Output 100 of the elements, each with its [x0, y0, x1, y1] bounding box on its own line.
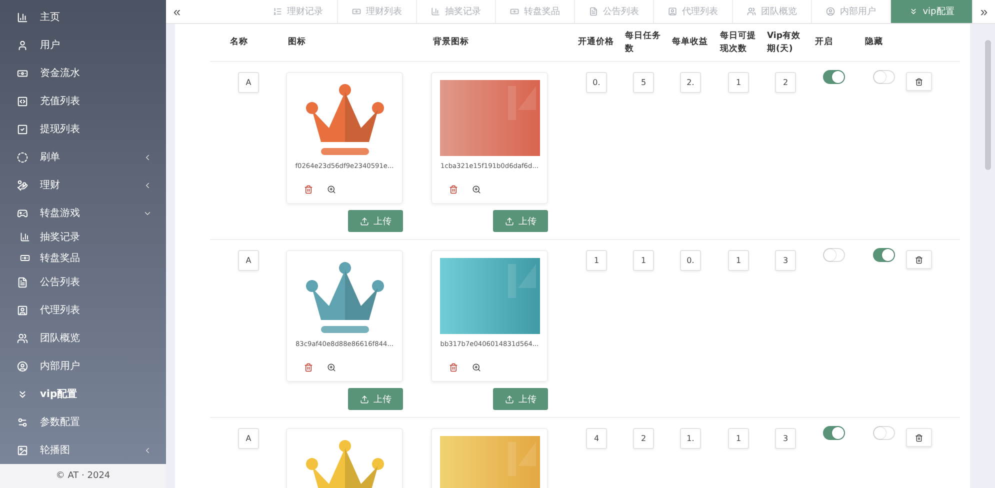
document-icon	[17, 276, 28, 288]
zoom-icon[interactable]	[472, 363, 481, 372]
sidebar-item-label: 转盘奖品	[40, 252, 81, 265]
circle-icon	[17, 152, 28, 162]
sidebar-item-label: vip配置	[40, 388, 78, 401]
sidebar-item[interactable]: 参数配置	[0, 408, 166, 436]
sidebar-item[interactable]: 用户	[0, 31, 166, 59]
column-header: 开通价格	[578, 36, 614, 49]
settings-icon	[17, 416, 28, 428]
sidebar-item[interactable]: 主页	[0, 3, 166, 31]
sidebar-item-label: 理财	[40, 178, 61, 192]
upload-icon	[360, 394, 368, 404]
name-field[interactable]: A	[238, 250, 259, 271]
delete-icon[interactable]	[449, 363, 458, 372]
id-badge-icon	[668, 7, 677, 16]
banknote-icon	[510, 7, 519, 16]
sidebar-item-label: 转盘游戏	[40, 206, 81, 220]
sidebar-item[interactable]: 资金流水	[0, 59, 166, 87]
user-circle-icon	[17, 360, 28, 372]
copyright-text: © AT · 2024	[0, 464, 166, 488]
sidebar-item[interactable]: 轮播图	[0, 436, 166, 464]
sidebar-item-label: 抽奖记录	[40, 230, 81, 244]
number-field[interactable]: 0.	[586, 72, 607, 93]
sidebar-item[interactable]: 团队概览	[0, 324, 166, 352]
bar-chart-icon	[17, 12, 28, 22]
number-field[interactable]: 1	[728, 428, 749, 449]
number-field[interactable]: 2.	[680, 72, 701, 93]
upload-button[interactable]: 上传	[348, 210, 403, 232]
sidebar-item[interactable]: 转盘奖品	[0, 248, 166, 268]
number-field[interactable]: 4	[586, 428, 607, 449]
toggle-switch[interactable]	[823, 426, 845, 440]
number-field[interactable]: 1	[633, 250, 654, 271]
delete-icon[interactable]	[449, 185, 458, 194]
checkbox-icon	[17, 124, 28, 134]
upload-button[interactable]: 上传	[493, 388, 548, 410]
banknote-icon	[20, 252, 30, 263]
users-icon	[17, 332, 28, 344]
sidebar-item[interactable]: 内部用户	[0, 352, 166, 380]
trash-icon	[915, 434, 923, 442]
sidebar-item-label: 充值列表	[40, 94, 81, 108]
delete-button[interactable]	[906, 428, 932, 447]
toggle-switch[interactable]	[873, 248, 895, 262]
number-field[interactable]: 5	[633, 72, 654, 93]
column-header: 隐藏	[865, 36, 883, 49]
upload-button[interactable]: 上传	[493, 210, 548, 232]
trash-icon	[915, 78, 923, 86]
number-field[interactable]: 3	[775, 428, 796, 449]
sidebar-item[interactable]: 提现列表	[0, 115, 166, 143]
gamepad-icon	[17, 208, 28, 218]
upload-button[interactable]: 上传	[348, 388, 403, 410]
number-field[interactable]: 2	[775, 72, 796, 93]
number-field[interactable]: 1	[728, 72, 749, 93]
column-header: 名称	[230, 36, 248, 49]
chevrons-icon	[17, 388, 28, 400]
upload-icon	[504, 216, 514, 226]
column-header: 每单收益	[672, 36, 708, 49]
sidebar-item[interactable]: 理财	[0, 171, 166, 199]
number-field[interactable]: 0.	[680, 250, 701, 271]
column-header: 背景图标	[433, 36, 469, 49]
tab[interactable]: vip配置	[891, 0, 973, 23]
column-header: 每日任务数	[625, 30, 662, 56]
zoom-icon[interactable]	[472, 185, 481, 194]
user-icon	[17, 40, 28, 50]
number-field[interactable]: 1.	[680, 428, 701, 449]
name-field[interactable]: A	[238, 428, 259, 449]
user-circle-icon	[826, 7, 835, 16]
column-header: Vip有效期(天)	[767, 30, 802, 56]
delete-icon[interactable]	[304, 185, 313, 194]
delete-button[interactable]	[906, 72, 932, 91]
sidebar-item[interactable]: 刷单	[0, 143, 166, 171]
zoom-icon[interactable]	[327, 363, 336, 372]
name-field[interactable]: A	[238, 72, 259, 93]
sidebar-item-label: 参数配置	[40, 416, 81, 429]
hand-coins-icon	[17, 180, 28, 190]
sidebar-item[interactable]: 公告列表	[0, 268, 166, 296]
sidebar-item-label: 主页	[40, 10, 61, 24]
column-header: 每日可提现次数	[720, 30, 757, 56]
sidebar-item[interactable]: vip配置	[0, 380, 166, 408]
scrollbar-thumb[interactable]	[985, 40, 991, 170]
toggle-switch[interactable]	[823, 70, 845, 84]
delete-button[interactable]	[906, 250, 932, 269]
chevrons-icon	[908, 7, 918, 16]
sidebar-item[interactable]: 抽奖记录	[0, 227, 166, 248]
number-field[interactable]: 1	[728, 250, 749, 271]
document-icon	[589, 7, 598, 16]
number-field[interactable]: 3	[775, 250, 796, 271]
sidebar-item[interactable]: 转盘游戏	[0, 199, 166, 227]
users-icon	[747, 7, 756, 16]
zoom-icon[interactable]	[327, 185, 336, 194]
number-field[interactable]: 1	[586, 250, 607, 271]
list-icon	[273, 7, 282, 16]
banknote-icon	[352, 7, 361, 16]
delete-icon[interactable]	[304, 363, 313, 372]
bar-chart-icon	[431, 7, 440, 16]
sidebar-item[interactable]: 充值列表	[0, 87, 166, 115]
sidebar-item-label: 提现列表	[40, 122, 81, 136]
trash-icon	[915, 256, 923, 264]
sidebar-item[interactable]: 代理列表	[0, 296, 166, 324]
bar-chart-icon	[20, 232, 30, 242]
number-field[interactable]: 2	[633, 428, 654, 449]
